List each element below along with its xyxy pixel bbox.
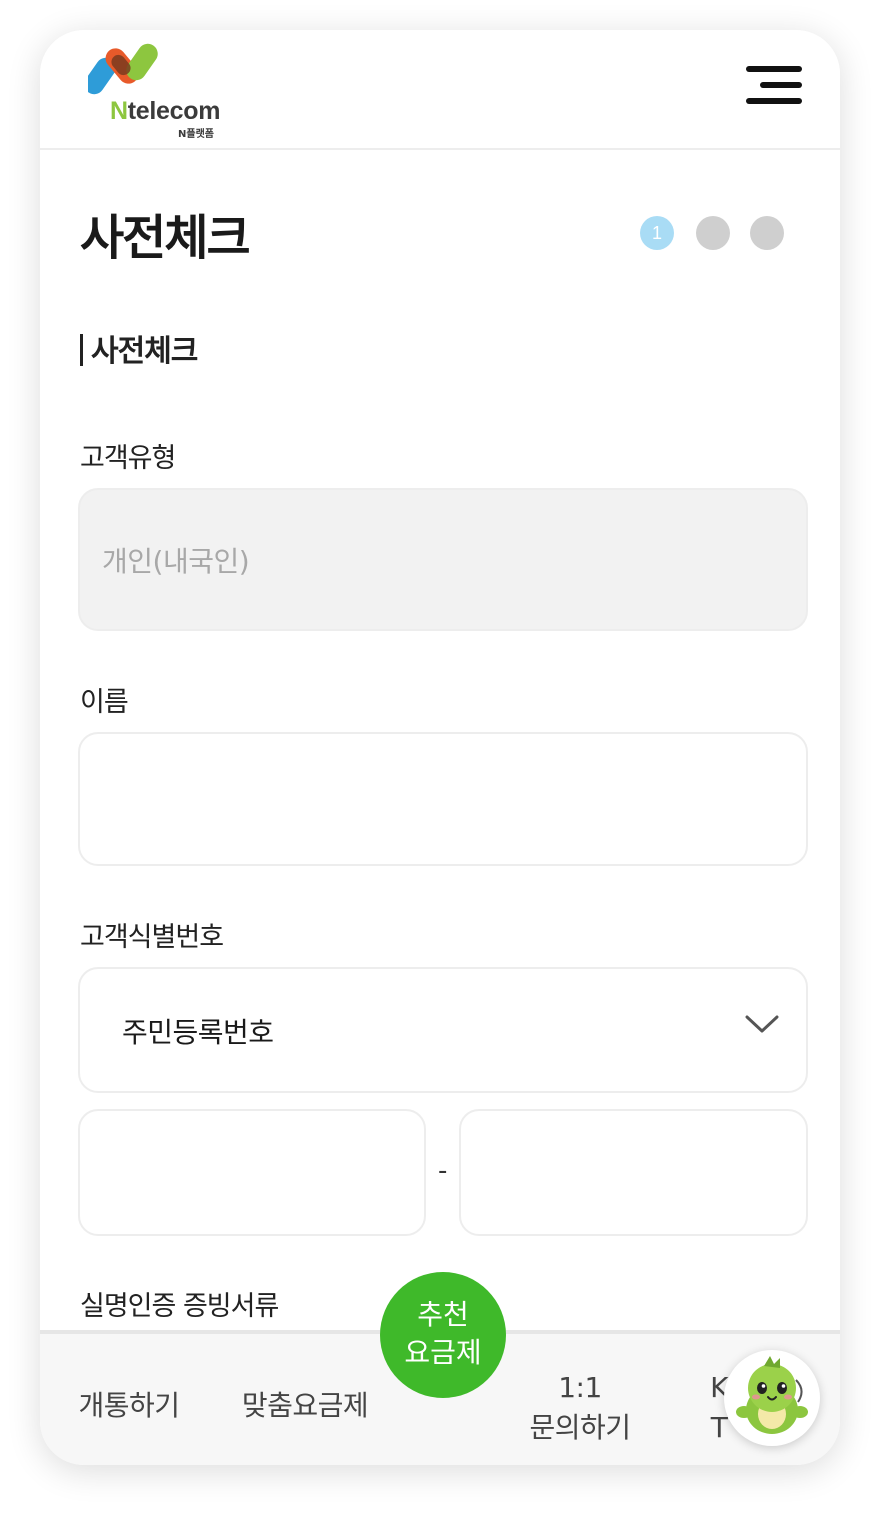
recommended-plan-line2: 요금제 [404,1336,482,1369]
ntelecom-logo[interactable]: Ntelecom N플랫폼 [88,40,238,140]
nav-item-custom-plan[interactable]: 맞춤요금제 [230,1386,380,1426]
name-input[interactable] [78,732,808,866]
step-1-dot: 1 [640,216,674,250]
section-title-bar [80,334,83,366]
id-type-label: 고객식별번호 [80,922,224,953]
app-header: Ntelecom N플랫폼 [40,30,840,150]
proof-docs-label: 실명인증 증빙서류 [80,1291,279,1322]
name-label: 이름 [80,687,129,718]
logo-wordmark: Ntelecom [110,97,221,125]
customer-type-value: 개인(내국인) [102,545,250,578]
id-number-front-input[interactable] [78,1109,426,1236]
page-title: 사전체크 [80,210,251,266]
nav-item-activation[interactable]: 개통하기 [70,1386,188,1426]
customer-type-label: 고객유형 [80,443,176,474]
id-type-select[interactable]: 주민등록번호 [78,967,808,1093]
id-type-selected: 주민등록번호 [122,1016,274,1049]
section-title: 사전체크 [80,326,198,370]
chevron-down-icon [745,1015,779,1033]
logo-mark-icon [88,43,158,95]
hamburger-menu-icon[interactable] [746,64,802,106]
id-number-separator: - [438,1156,448,1186]
step-2-dot [696,216,730,250]
mascot-icon [736,1356,808,1434]
customer-type-field: 개인(내국인) [78,488,808,631]
step-3-dot [750,216,784,250]
nav-item-inquiry[interactable]: 1:1 문의하기 [510,1368,650,1448]
mascot-chat-button[interactable] [724,1350,820,1446]
step-indicator: 1 [640,216,800,252]
nav-item-inquiry-line1: 1:1 [558,1371,602,1404]
recommended-plan-button[interactable]: 추천 요금제 [380,1272,506,1398]
nav-item-inquiry-line2: 문의하기 [529,1411,631,1444]
mobile-screen: Ntelecom N플랫폼 사전체크 1 사전체크 고객유형 개인(내국인) 이… [40,30,840,1465]
logo-subtitle: N플랫폼 [178,129,214,140]
id-number-back-input[interactable] [459,1109,808,1236]
recommended-plan-line1: 추천 [417,1298,469,1331]
